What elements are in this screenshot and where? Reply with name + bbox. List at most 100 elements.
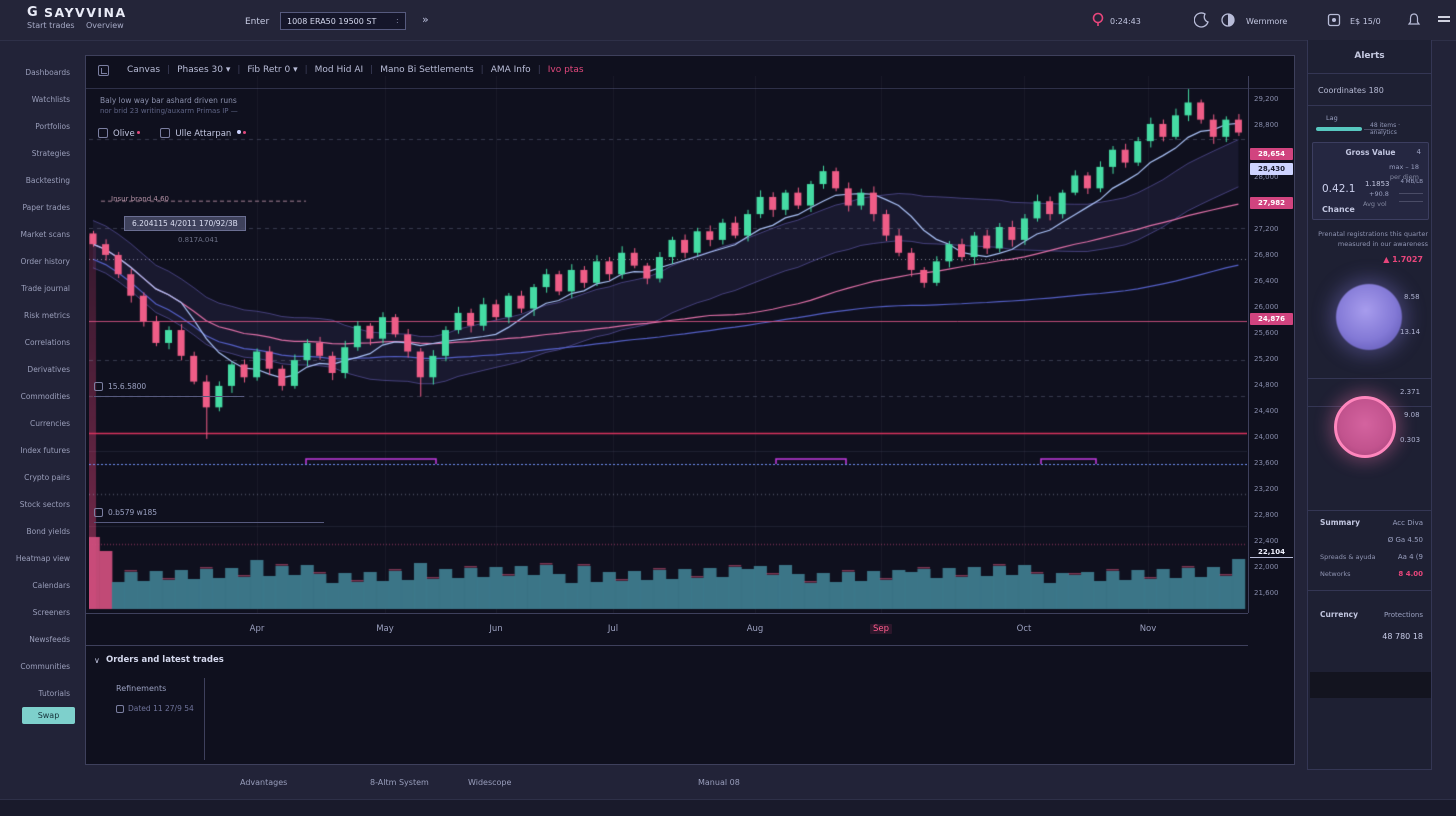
price-axis-label: 22,800: [1254, 511, 1279, 519]
sidebar-item[interactable]: Calendars: [0, 581, 70, 590]
pane-label-2[interactable]: 0.b579 w185: [94, 508, 157, 517]
price-axis-label: 22,400: [1254, 537, 1279, 545]
bell-icon[interactable]: [1406, 12, 1422, 28]
moon-icon[interactable]: [1194, 12, 1210, 28]
indicator-icon: [94, 382, 103, 391]
price-axis-label: 25,200: [1254, 355, 1279, 363]
price-badge-pink: 28,654: [1250, 148, 1293, 160]
progress-note: 48 items · analytics: [1370, 122, 1428, 136]
price-axis-label: 24,400: [1254, 407, 1279, 415]
sidebar-item[interactable]: Correlations: [0, 338, 70, 347]
toolbar-item[interactable]: Canvas: [127, 65, 160, 75]
time-axis-label: Jun: [489, 624, 502, 634]
spreads-label: Spreads & ayuda: [1320, 553, 1376, 561]
pane-underline: [94, 396, 244, 397]
sidebar-item[interactable]: Derivatives: [0, 365, 70, 374]
divider: [1308, 105, 1431, 106]
sidebar-item[interactable]: Stock sectors: [0, 500, 70, 509]
stats-big-value: 0.42.1: [1322, 183, 1355, 195]
sidebar-item[interactable]: Backtesting: [0, 176, 70, 185]
sidebar-item[interactable]: Index futures: [0, 446, 70, 455]
apps-icon[interactable]: [1326, 12, 1342, 28]
toolbar-item[interactable]: Mod Hid AI: [315, 65, 364, 75]
time-axis-label: Aug: [747, 624, 764, 634]
divider: [1308, 378, 1431, 379]
toolbar-item-accent[interactable]: Ivo ptas: [548, 65, 584, 75]
stats-corner: 4: [1417, 148, 1421, 156]
location-pin-icon[interactable]: [1090, 12, 1106, 28]
divider: [1308, 73, 1431, 74]
time-axis-label: Nov: [1140, 624, 1157, 634]
logo-mark: G: [27, 5, 38, 20]
sidebar-item[interactable]: Watchlists: [0, 95, 70, 104]
sidebar-item[interactable]: Screeners: [0, 608, 70, 617]
sidebar-item[interactable]: Market scans: [0, 230, 70, 239]
time-axis: AprMayJunJulAugSepOctNov: [86, 613, 1248, 646]
sidebar-item[interactable]: Bond yields: [0, 527, 70, 536]
sidebar-item[interactable]: Currencies: [0, 419, 70, 428]
theme-toggle-icon[interactable]: [1220, 12, 1236, 28]
summary-value: Acc Diva: [1393, 519, 1423, 527]
sidebar-item[interactable]: Strategies: [0, 149, 70, 158]
price-axis-label: 23,600: [1254, 459, 1279, 467]
orders-section-title[interactable]: Orders and latest trades: [106, 655, 224, 665]
nav-start-trades[interactable]: Start trades: [27, 21, 75, 30]
spreads-value: Aa 4 (9: [1398, 553, 1423, 561]
price-chart-canvas[interactable]: [89, 76, 1247, 613]
input-dropdown-caret[interactable]: :: [396, 16, 399, 25]
price-axis-label: 26,000: [1254, 303, 1279, 311]
sidebar-item[interactable]: Paper trades: [0, 203, 70, 212]
sidebar-item[interactable]: Crypto pairs: [0, 473, 70, 482]
toolbar-item[interactable]: Phases 30 ▾: [177, 65, 230, 75]
footer-link[interactable]: Manual 08: [698, 778, 740, 787]
stats-side-label: 4 MB/LB: [1401, 179, 1423, 185]
toolbar-separator: |: [481, 65, 484, 75]
sidebar-item[interactable]: Trade journal: [0, 284, 70, 293]
swap-button[interactable]: Swap: [22, 707, 75, 724]
toolbar-item[interactable]: Fib Retr 0 ▾: [247, 65, 297, 75]
progress-label: Lag: [1326, 114, 1338, 122]
toolbar-separator: |: [167, 65, 170, 75]
sidebar-item[interactable]: Heatmap view: [0, 554, 70, 563]
right-panel: Alerts Coordinates 180 Lag 48 items · an…: [1307, 40, 1432, 770]
logo-wordmark: SAYVVINA: [44, 5, 127, 20]
account-balance[interactable]: E$ 15/0: [1350, 17, 1381, 26]
footer-link[interactable]: 8-Altm System: [370, 778, 429, 787]
sidebar-item[interactable]: Communities: [0, 662, 70, 671]
sidebar-item[interactable]: Dashboards: [0, 68, 70, 77]
double-chevron-icon[interactable]: »: [422, 13, 429, 26]
sidebar-item[interactable]: Portfolios: [0, 122, 70, 131]
price-axis-label: 26,400: [1254, 277, 1279, 285]
left-rail: Dashboards Watchlists Portfolios Strategies…: [0, 40, 78, 770]
time-axis-label: Sep: [870, 624, 892, 634]
pane-underline: [94, 522, 324, 523]
symbol-input[interactable]: [280, 12, 406, 30]
sidebar-item[interactable]: Tutorials: [0, 689, 70, 698]
panel-footer-block[interactable]: [1310, 672, 1431, 698]
price-badge-blue: 28,430: [1250, 163, 1293, 175]
user-name[interactable]: Wernmore: [1246, 17, 1287, 26]
sidebar-item[interactable]: Commodities: [0, 392, 70, 401]
price-axis-label: 24,800: [1254, 381, 1279, 389]
footer-link[interactable]: Widescope: [468, 778, 511, 787]
pink-gauge: [1334, 396, 1396, 458]
nav-overview[interactable]: Overview: [86, 21, 124, 30]
panel-paragraph-1: Prenatal registrations this quarter: [1313, 230, 1428, 238]
toolbar-item[interactable]: AMA Info: [491, 65, 531, 75]
pane-label-1[interactable]: 15.6.5800: [94, 382, 146, 391]
sidebar-item[interactable]: Risk metrics: [0, 311, 70, 320]
panel-title: Alerts: [1308, 51, 1431, 61]
chart-type-icon[interactable]: [98, 65, 109, 76]
collapse-chevron-icon[interactable]: ∨: [94, 656, 100, 665]
summary-label: Summary: [1320, 518, 1360, 527]
sidebar-item[interactable]: Newsfeeds: [0, 635, 70, 644]
toolbar-item[interactable]: Mano Bi Settlements: [380, 65, 473, 75]
price-badge-pink: 27,982: [1250, 197, 1293, 209]
symbol-input-label: Enter: [245, 17, 269, 27]
sidebar-item[interactable]: Order history: [0, 257, 70, 266]
networks-label: Networks: [1320, 570, 1351, 578]
menu-icon[interactable]: [1436, 12, 1452, 28]
footer-link[interactable]: Advantages: [240, 778, 287, 787]
time-axis-label: Apr: [250, 624, 265, 634]
price-axis-label: 23,200: [1254, 485, 1279, 493]
